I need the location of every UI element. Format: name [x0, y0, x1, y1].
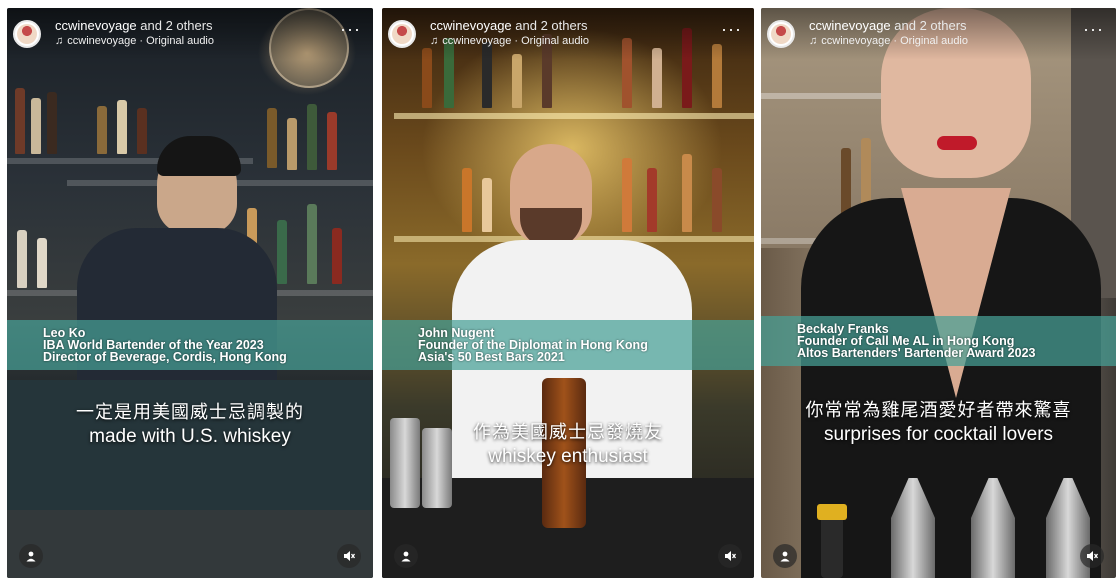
reel-card-3[interactable]: ccwinevoyage and 2 others ♫ ccwinevoyage … — [761, 8, 1116, 578]
name-strip: Leo Ko IBA World Bartender of the Year 2… — [7, 320, 373, 370]
bottle — [117, 100, 127, 154]
author-line[interactable]: ccwinevoyage and 2 others — [55, 18, 213, 33]
bottle — [137, 108, 147, 154]
subtitle-chinese: 一定是用美國威士忌調製的 — [76, 402, 304, 423]
reel-header: ccwinevoyage and 2 others ♫ ccwinevoyage … — [7, 8, 373, 60]
reel-header: ccwinevoyage and 2 others ♫ ccwinevoyage … — [761, 8, 1116, 60]
audio-line[interactable]: ♫ ccwinevoyage · Original audio — [809, 35, 968, 47]
bottle — [267, 108, 277, 168]
person-role: Altos Bartenders' Bartender Award 2023 — [797, 346, 1036, 360]
reel-header: ccwinevoyage and 2 others ♫ ccwinevoyage … — [382, 8, 754, 60]
avatar[interactable] — [767, 20, 795, 48]
user-icon[interactable] — [394, 544, 418, 568]
audio-label[interactable]: ccwinevoyage · Original audio — [821, 35, 968, 47]
audio-label[interactable]: ccwinevoyage · Original audio — [442, 35, 589, 47]
muted-speaker-icon[interactable] — [718, 544, 742, 568]
bottle — [482, 178, 492, 232]
bottle — [97, 106, 107, 154]
more-options-icon[interactable]: ··· — [1083, 20, 1104, 38]
bottle — [307, 104, 317, 170]
bottle — [332, 228, 342, 284]
person-role: Asia's 50 Best Bars 2021 — [418, 350, 565, 364]
person-role: Director of Beverage, Cordis, Hong Kong — [43, 350, 287, 364]
bottle-cap — [817, 504, 847, 520]
bottle — [37, 238, 47, 288]
bottle — [512, 54, 522, 108]
reel-card-1[interactable]: ccwinevoyage and 2 others ♫ ccwinevoyage … — [7, 8, 373, 578]
user-icon[interactable] — [19, 544, 43, 568]
bottle — [47, 92, 57, 154]
bottle — [462, 168, 472, 232]
author-line[interactable]: ccwinevoyage and 2 others — [809, 18, 967, 33]
author-name[interactable]: ccwinevoyage — [430, 18, 512, 33]
bar-floor — [7, 510, 373, 578]
audio-line[interactable]: ♫ ccwinevoyage · Original audio — [55, 35, 214, 47]
author-name[interactable]: ccwinevoyage — [55, 18, 137, 33]
user-icon[interactable] — [773, 544, 797, 568]
bottle — [277, 220, 287, 284]
music-note-icon: ♫ — [55, 34, 64, 47]
bottle — [327, 112, 337, 170]
subtitle-english: surprises for cocktail lovers — [823, 424, 1054, 445]
muted-speaker-icon[interactable] — [337, 544, 361, 568]
avatar[interactable] — [13, 20, 41, 48]
bottle — [15, 88, 25, 154]
subtitle-chinese: 你常常為雞尾酒愛好者帶來驚喜 — [805, 400, 1072, 421]
bottle — [622, 158, 632, 232]
subtitle-english: made with U.S. whiskey — [89, 426, 291, 447]
name-strip: Beckaly Franks Founder of Call Me AL in … — [761, 316, 1116, 366]
music-note-icon: ♫ — [809, 34, 818, 47]
bottle — [307, 204, 317, 284]
coauthors[interactable]: and 2 others — [137, 18, 212, 33]
bottle — [287, 118, 297, 170]
avatar[interactable] — [388, 20, 416, 48]
bottle — [647, 168, 657, 232]
muted-speaker-icon[interactable] — [1080, 544, 1104, 568]
name-strip: John Nugent Founder of the Diplomat in H… — [382, 320, 754, 370]
lipstick-lips — [937, 136, 977, 150]
audio-label[interactable]: ccwinevoyage · Original audio — [67, 35, 214, 47]
more-options-icon[interactable]: ··· — [721, 20, 742, 38]
author-line[interactable]: ccwinevoyage and 2 others — [430, 18, 588, 33]
music-note-icon: ♫ — [430, 34, 439, 47]
bottle — [682, 154, 692, 232]
coauthors[interactable]: and 2 others — [512, 18, 587, 33]
bartender-hair — [157, 136, 241, 176]
bottle — [31, 98, 41, 154]
subtitle-chinese: 作為美國威士忌發燒友 — [473, 422, 663, 443]
author-name[interactable]: ccwinevoyage — [809, 18, 891, 33]
audio-line[interactable]: ♫ ccwinevoyage · Original audio — [430, 35, 589, 47]
subtitle-english: whiskey enthusiast — [488, 446, 648, 467]
bottle — [17, 230, 27, 288]
bar-shelf — [394, 113, 754, 119]
reel-card-2[interactable]: ccwinevoyage and 2 others ♫ ccwinevoyage … — [382, 8, 754, 578]
bottle — [712, 168, 722, 232]
coauthors[interactable]: and 2 others — [891, 18, 966, 33]
more-options-icon[interactable]: ··· — [340, 20, 361, 38]
